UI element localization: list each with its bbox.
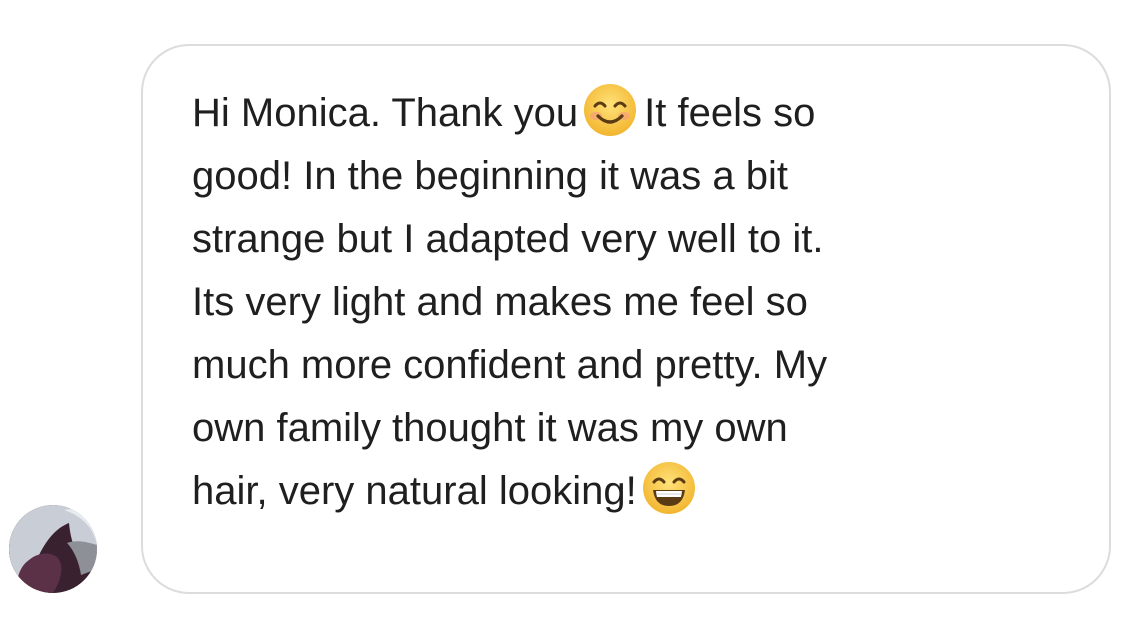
avatar[interactable]: [9, 505, 97, 593]
message-line-3: strange but I adapted very well to it.: [192, 217, 824, 261]
message-line-5: much more confident and pretty. My: [192, 343, 828, 387]
message-line-1-text: Hi Monica. Thank you: [192, 91, 579, 135]
smiling-face-with-smiling-eyes-icon: [584, 84, 637, 137]
message-line-2: good! In the beginning it was a bit: [192, 154, 788, 198]
message-text: Hi Monica. Thank you It feels so good! I…: [192, 82, 1092, 523]
grinning-face-with-smiling-eyes-icon: [642, 462, 695, 515]
message-line-7-text: hair, very natural looking!: [192, 469, 637, 513]
message-line-1-continuation: It feels so: [644, 91, 816, 135]
message-line-7: hair, very natural looking!: [192, 460, 1092, 523]
message-line-1: Hi Monica. Thank you It feels so: [192, 82, 1092, 145]
message-line-6: own family thought it was my own: [192, 406, 788, 450]
message-line-4: Its very light and makes me feel so: [192, 280, 808, 324]
avatar-photo-icon: [9, 505, 97, 593]
